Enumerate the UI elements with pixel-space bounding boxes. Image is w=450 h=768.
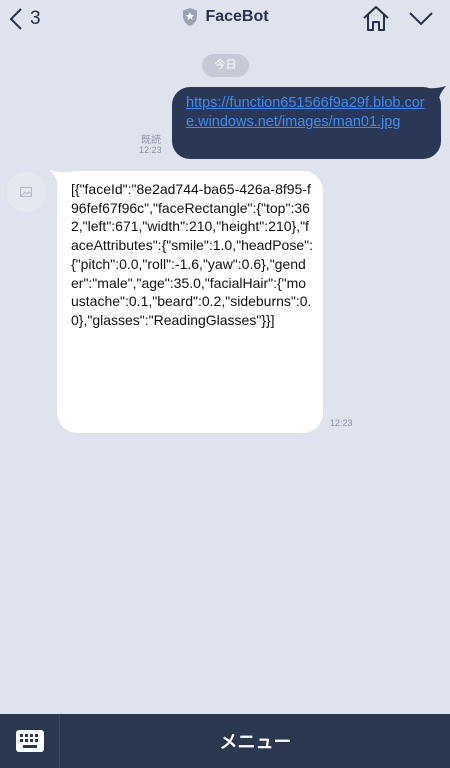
page-title: FaceBot	[205, 8, 269, 25]
home-icon[interactable]	[362, 5, 390, 33]
avatar[interactable]	[6, 172, 46, 212]
incoming-message-text: [{"faceId":"8e2ad744-ba65-426a-8f95-f96f…	[71, 181, 313, 328]
shield-icon	[183, 8, 198, 26]
read-receipt: 既読	[141, 135, 161, 146]
chevron-down-icon[interactable]	[408, 8, 434, 30]
outgoing-timestamp: 12:23	[139, 145, 162, 155]
image-url-link[interactable]: https://function651566f9a29f.blob.core.w…	[186, 95, 425, 130]
incoming-timestamp: 12:23	[330, 418, 353, 428]
incoming-message-bubble: [{"faceId":"8e2ad744-ba65-426a-8f95-f96f…	[57, 171, 323, 433]
bottom-bar: メニュー	[0, 714, 450, 768]
keyboard-button[interactable]	[0, 714, 60, 768]
date-separator: 今日	[202, 54, 249, 77]
menu-button[interactable]: メニュー	[61, 714, 450, 768]
image-placeholder-icon	[20, 187, 32, 197]
chat-header: 3 FaceBot	[0, 0, 450, 38]
keyboard-icon	[15, 730, 44, 752]
outgoing-message-bubble: https://function651566f9a29f.blob.core.w…	[172, 87, 441, 159]
